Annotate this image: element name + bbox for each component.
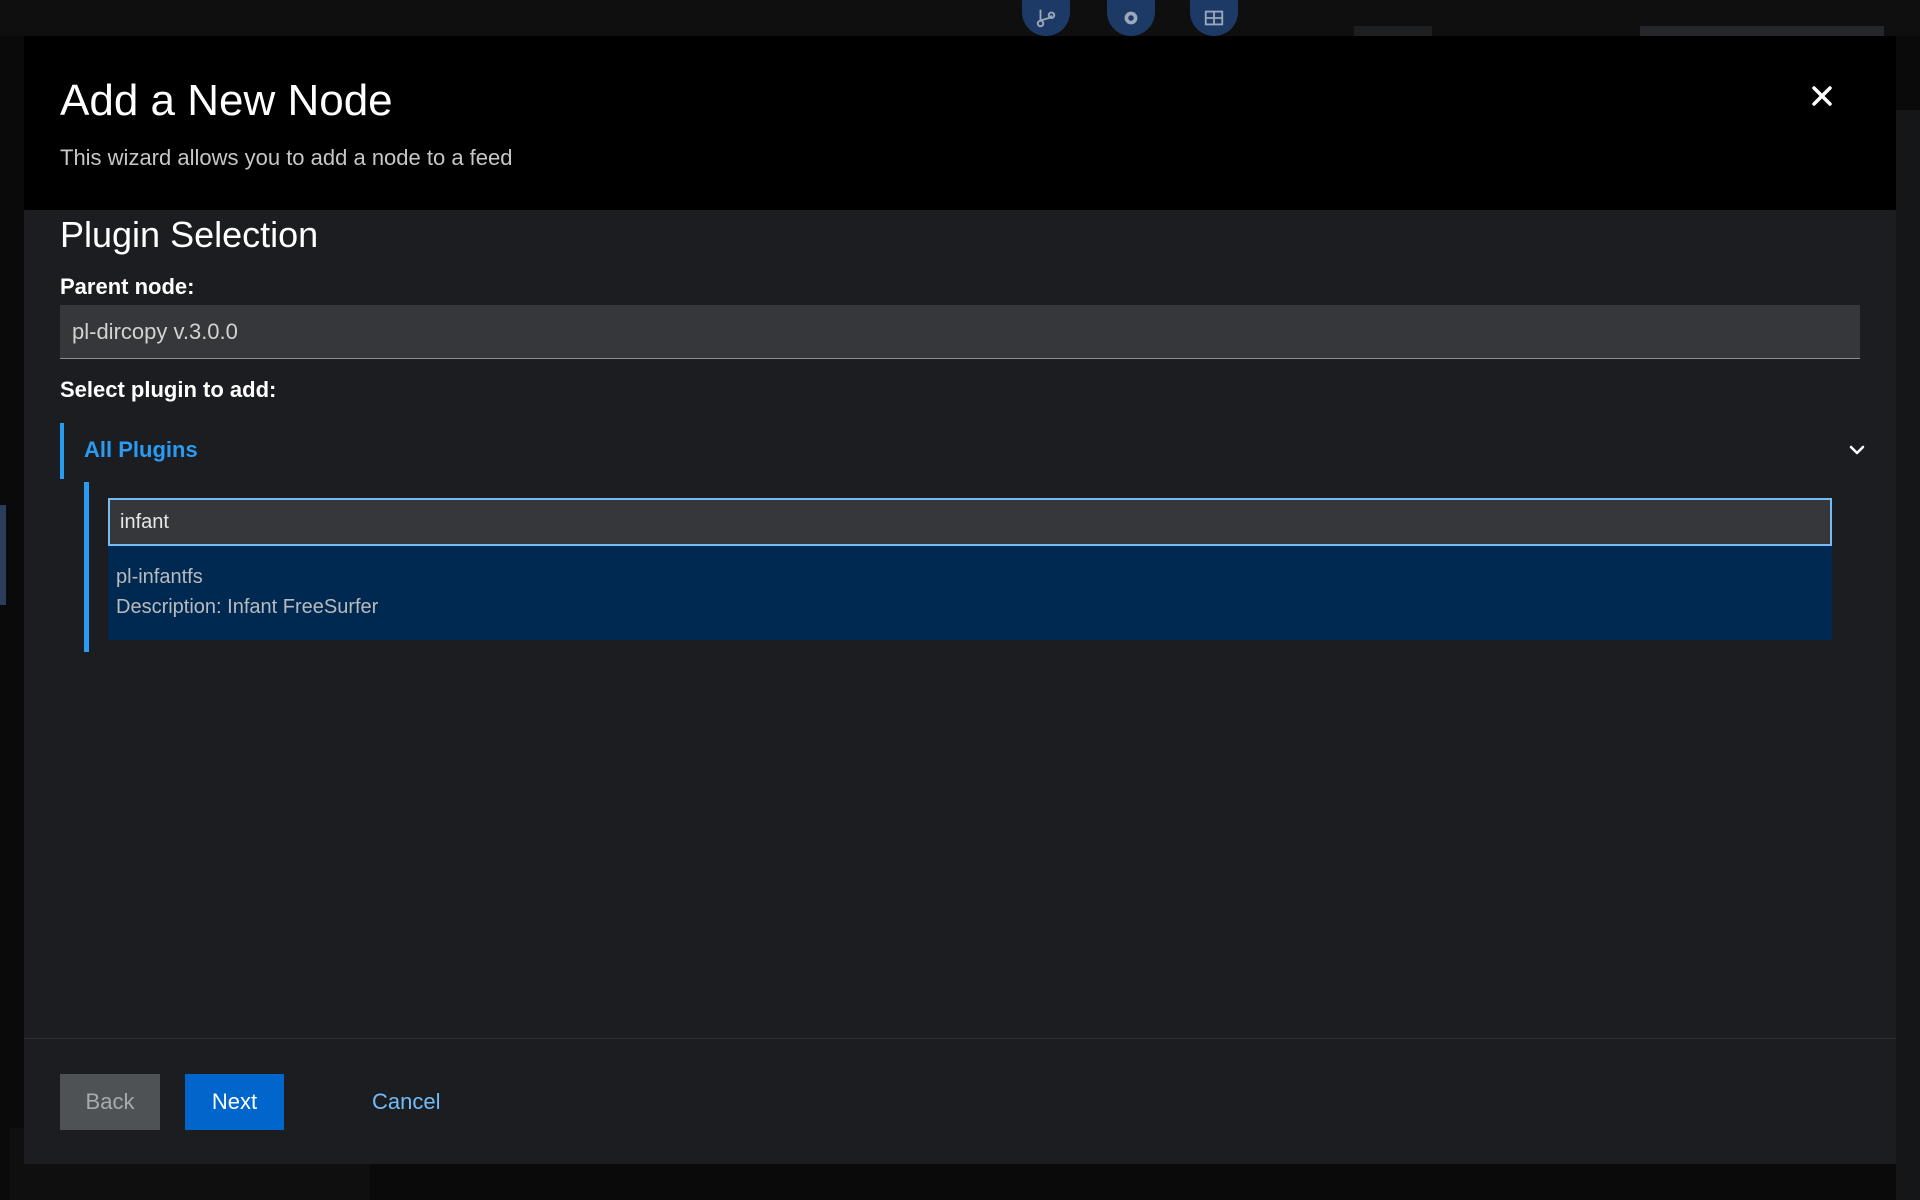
plugin-result-description: Description: Infant FreeSurfer (116, 596, 379, 618)
chevron-down-icon[interactable] (1848, 441, 1866, 459)
background-left-accent (0, 505, 6, 605)
add-node-modal: Add a New Node This wizard allows you to… (24, 36, 1896, 1164)
footer-divider (24, 1038, 1896, 1039)
all-plugins-label: All Plugins (84, 437, 198, 462)
back-button[interactable]: Back (60, 1074, 160, 1130)
parent-node-label: Parent node: (60, 274, 195, 299)
close-icon[interactable] (1804, 78, 1840, 114)
select-plugin-label: Select plugin to add: (60, 377, 277, 402)
modal-header: Add a New Node This wizard allows you to… (24, 36, 1896, 210)
cancel-button[interactable]: Cancel (360, 1074, 480, 1130)
background-box (1354, 26, 1432, 36)
plugin-result-item[interactable]: pl-infantfs Description: Infant FreeSurf… (108, 546, 1832, 640)
plugin-search-input[interactable] (108, 498, 1832, 546)
next-button[interactable]: Next (185, 1074, 284, 1130)
parent-node-field: pl-dircopy v.3.0.0 (60, 305, 1860, 359)
background-right-pane (1896, 110, 1920, 1200)
modal-title: Add a New Node (60, 76, 393, 125)
all-plugins-toggle[interactable]: All Plugins (60, 423, 1865, 479)
modal-subtitle: This wizard allows you to add a node to … (60, 145, 513, 170)
plugin-result-name: pl-infantfs (116, 566, 203, 588)
background-box (1640, 26, 1884, 36)
section-title: Plugin Selection (60, 214, 319, 255)
background-topbar (0, 0, 1920, 36)
